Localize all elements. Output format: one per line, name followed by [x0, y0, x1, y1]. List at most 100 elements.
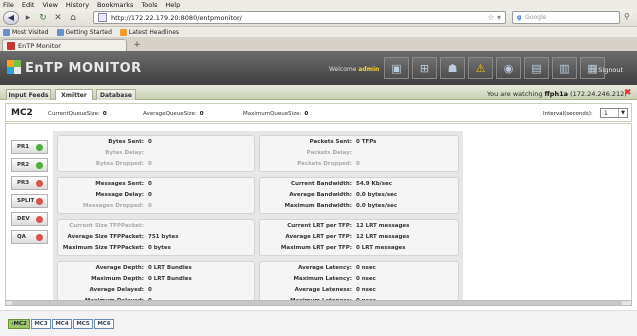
sidebar-item-split[interactable]: SPLIT: [11, 194, 48, 208]
close-icon[interactable]: ✖: [624, 88, 632, 98]
tab-mc6[interactable]: MC6: [94, 319, 114, 329]
bookmark-label: Latest Headlines: [128, 28, 180, 36]
stats-area: Bytes Sent: 0 Bytes Delay: Bytes Dropped:…: [53, 131, 463, 305]
stat-value: 0 TFPs: [356, 139, 377, 145]
main-panel: PR1 PR2 PR3 SPLIT DEV QA Bytes Sent: 0 By…: [5, 123, 632, 306]
server-icon[interactable]: ▤: [524, 57, 549, 79]
tab-input-feeds[interactable]: Input Feeds: [6, 89, 51, 100]
menu-bookmarks[interactable]: Bookmarks: [97, 1, 133, 9]
sidebar-item-label: DEV: [17, 216, 30, 222]
status-ok-icon: [36, 144, 43, 151]
stat-row: Current Size TFPPacket:: [58, 223, 256, 233]
menu-edit[interactable]: Edit: [22, 1, 35, 9]
stat-label: Average Size TFPPacket:: [67, 234, 144, 240]
stat-value: 0.0 bytes/sec: [356, 192, 398, 198]
reload-icon[interactable]: ↻: [37, 12, 49, 24]
monitor-icon[interactable]: ▣: [384, 57, 409, 79]
horizontal-scrollbar[interactable]: [5, 300, 632, 306]
bookmark-latest-headlines[interactable]: Latest Headlines: [119, 28, 180, 36]
channel-tabs-bar: ‹ MC2 MC3 MC4 MC5 MC6: [0, 310, 637, 336]
stat-value: 0: [148, 161, 152, 167]
stat-row: Average Latency: 0 nsec: [260, 265, 460, 275]
sidebar-item-label: PR2: [17, 162, 30, 168]
rss-icon: [119, 28, 127, 36]
signout-link[interactable]: | Signout: [594, 66, 623, 74]
tab-mc2[interactable]: ‹ MC2: [8, 319, 30, 329]
sidebar-item-dev[interactable]: DEV: [11, 212, 48, 226]
welcome-prefix: Welcome: [329, 66, 357, 73]
stat-row: Current LRT per TFP: 12 LRT messages: [260, 223, 460, 233]
stat-row: Average Bandwidth: 0.0 bytes/sec: [260, 192, 460, 202]
bookmark-getting-started[interactable]: Getting Started: [56, 28, 112, 36]
sidebar-item-pr2[interactable]: PR2: [11, 158, 48, 172]
status-error-icon: [36, 234, 43, 241]
new-tab-button[interactable]: +: [130, 40, 144, 50]
stat-value: 12 LRT messages: [356, 234, 410, 240]
warning-icon[interactable]: ⚠: [468, 57, 493, 79]
tab-mc4[interactable]: MC4: [52, 319, 72, 329]
bookmark-most-visited[interactable]: Most Visited: [3, 28, 49, 36]
stat-value: 0.0 bytes/sec: [356, 203, 398, 209]
stat-row: Maximum LRT per TFP: 0 LRT messages: [260, 245, 460, 255]
stat-label: Current Size TFPPacket:: [69, 223, 144, 229]
main-tabs: Input Feeds Xmitter Database You are wat…: [0, 85, 637, 100]
tab-mc3[interactable]: MC3: [31, 319, 51, 329]
storage-icon[interactable]: ▥: [552, 57, 577, 79]
search-icon[interactable]: ⚲: [624, 12, 630, 21]
sidebar-item-pr1[interactable]: PR1: [11, 140, 48, 154]
stat-row: Average Size TFPPacket: 751 bytes: [58, 234, 256, 244]
chevron-down-icon: ▼: [618, 109, 627, 117]
menu-file[interactable]: File: [3, 1, 14, 9]
settings-icon[interactable]: ◉: [496, 57, 521, 79]
stat-value: 0: [148, 192, 152, 198]
bookmark-star-icon[interactable]: ☆ ▾: [487, 13, 501, 22]
sidebar-item-pr3[interactable]: PR3: [11, 176, 48, 190]
bookmarks-bar: Most Visited Getting Started Latest Head…: [0, 27, 637, 37]
scrollbar-thumb[interactable]: [12, 301, 622, 305]
stat-row: Maximum Latency: 0 nsec: [260, 276, 460, 286]
stat-value: 0 LRT Bundles: [148, 265, 192, 271]
forward-icon[interactable]: ▸: [22, 12, 34, 24]
bytes-card: Bytes Sent: 0 Bytes Delay: Bytes Dropped:…: [57, 135, 255, 172]
menu-help[interactable]: Help: [165, 1, 180, 9]
sidebar-item-qa[interactable]: QA: [11, 230, 48, 244]
url-bar[interactable]: http://172.22.179.20:8080/entpmonitor/ ☆…: [93, 11, 506, 24]
bookmark-icon: [56, 28, 64, 36]
users-icon[interactable]: ☗: [440, 57, 465, 79]
stat-row: Average LRT per TFP: 12 LRT messages: [260, 234, 460, 244]
stat-label: Maximum Depth:: [91, 276, 144, 282]
stat-row: Current Bandwidth: 54.9 Kb/sec: [260, 181, 460, 191]
stat-value: 0: [148, 203, 152, 209]
stat-label: Messages Dropped:: [82, 203, 144, 209]
maximum-queue-value: 0: [304, 111, 309, 117]
network-icon[interactable]: ⊞: [412, 57, 437, 79]
sidebar-item-label: QA: [17, 234, 26, 240]
search-input[interactable]: g Google: [512, 11, 620, 24]
page-title: MC2: [11, 108, 33, 118]
stat-label: Bytes Dropped:: [95, 161, 144, 167]
stat-label: Average Latency:: [298, 265, 352, 271]
stat-value: 0 LRT messages: [356, 245, 406, 251]
menu-view[interactable]: View: [42, 1, 57, 9]
tab-mc5[interactable]: MC5: [73, 319, 93, 329]
stat-label: Maximum Latency:: [293, 276, 352, 282]
interval-select[interactable]: 1 ▼: [600, 108, 628, 118]
tab-database[interactable]: Database: [96, 89, 136, 100]
browser-tab[interactable]: EnTP Monitor: [2, 39, 127, 51]
status-error-icon: [36, 216, 43, 223]
stat-label: Packets Sent:: [309, 139, 352, 145]
watching-ip: (172.24.246.212): [570, 90, 627, 98]
menu-history[interactable]: History: [66, 1, 89, 9]
back-icon[interactable]: ◀: [3, 10, 19, 25]
stat-label: Message Delay:: [95, 192, 144, 198]
menu-tools[interactable]: Tools: [141, 1, 157, 9]
tab-favicon-icon: [7, 41, 15, 50]
home-icon[interactable]: ⌂: [67, 12, 79, 24]
stat-value: 0 nsec: [356, 265, 376, 271]
packets-card: Packets Sent: 0 TFPs Packets Delay: Packe…: [259, 135, 459, 172]
google-icon: g: [517, 14, 522, 21]
stat-row: Packets Delay:: [260, 150, 460, 160]
tab-xmitter[interactable]: Xmitter: [55, 89, 93, 100]
tab-title: EnTP Monitor: [18, 41, 61, 50]
stop-icon[interactable]: ✕: [52, 12, 64, 24]
